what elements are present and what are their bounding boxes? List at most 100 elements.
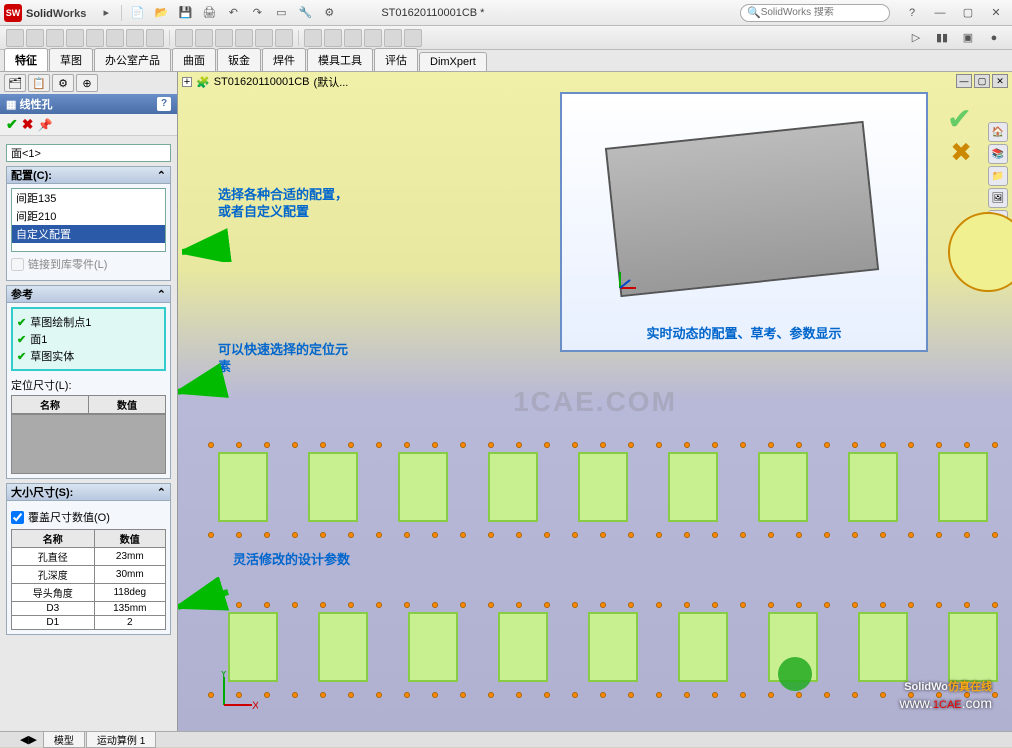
- config-list-item[interactable]: 间距210: [12, 207, 165, 225]
- override-values-checkbox[interactable]: [11, 511, 24, 524]
- toolbar-button[interactable]: [344, 29, 362, 47]
- toolbar-button[interactable]: [384, 29, 402, 47]
- toolbar-button[interactable]: [26, 29, 44, 47]
- new-icon[interactable]: 📄: [126, 3, 148, 23]
- toolbar-button[interactable]: [66, 29, 84, 47]
- graphics-area[interactable]: — ▢ ✕ + 🧩 ST01620110001CB (默认... 🏠 📚 📁 🖼…: [178, 72, 1012, 731]
- bottom-tab[interactable]: 运动算例 1: [86, 731, 156, 748]
- hole-marker: [628, 602, 634, 608]
- select-icon[interactable]: ▭: [270, 3, 292, 23]
- section-header-config[interactable]: 配置(C): ⌃: [6, 166, 171, 184]
- toolbar-button[interactable]: [6, 29, 24, 47]
- face-selection-field[interactable]: [6, 144, 171, 162]
- size-table-row[interactable]: D12: [12, 616, 166, 630]
- command-tab[interactable]: 办公室产品: [94, 48, 171, 71]
- toolbar-button[interactable]: [86, 29, 104, 47]
- toolbar-button[interactable]: [324, 29, 342, 47]
- dropdown-icon[interactable]: ▸: [95, 3, 117, 23]
- command-tab[interactable]: DimXpert: [419, 52, 487, 71]
- save-icon[interactable]: 💾: [174, 3, 196, 23]
- options-icon[interactable]: ⚙: [318, 3, 340, 23]
- command-tab[interactable]: 草图: [49, 48, 93, 71]
- toolbar-button[interactable]: [304, 29, 322, 47]
- confirm-cancel-icon[interactable]: ✖: [950, 137, 972, 168]
- pin-button[interactable]: 📌: [37, 118, 52, 132]
- redo-icon[interactable]: ↷: [246, 3, 268, 23]
- size-table-row[interactable]: 孔深度30mm: [12, 566, 166, 584]
- minimize-icon[interactable]: —: [929, 3, 951, 23]
- search-input[interactable]: [761, 7, 883, 18]
- toolbar-button[interactable]: [404, 29, 422, 47]
- svg-text:X: X: [252, 700, 258, 711]
- command-tab[interactable]: 焊件: [262, 48, 306, 71]
- config-list-item[interactable]: 自定义配置: [12, 225, 165, 243]
- toolbar-button[interactable]: [126, 29, 144, 47]
- reference-item[interactable]: ✔面1: [17, 331, 160, 347]
- preview-window[interactable]: 实时动态的配置、草考、参数显示: [560, 92, 928, 352]
- undo-icon[interactable]: ↶: [222, 3, 244, 23]
- command-tab[interactable]: 模具工具: [307, 48, 373, 71]
- config-list-item[interactable]: 间距135: [12, 189, 165, 207]
- hole-marker: [572, 442, 578, 448]
- hole-marker: [208, 532, 214, 538]
- toolbar-button[interactable]: [364, 29, 382, 47]
- pause-icon[interactable]: ▮▮: [931, 28, 953, 48]
- toolbar-button[interactable]: [195, 29, 213, 47]
- toolbar-button[interactable]: [106, 29, 124, 47]
- command-tab[interactable]: 曲面: [172, 48, 216, 71]
- feature-tree-tab-icon[interactable]: 🗂: [4, 74, 26, 92]
- property-tab-icon[interactable]: 📋: [28, 74, 50, 92]
- hole-marker: [964, 602, 970, 608]
- rect-feature: [588, 612, 638, 682]
- search-box[interactable]: 🔍: [740, 4, 890, 22]
- command-tab[interactable]: 评估: [374, 48, 418, 71]
- hole-marker: [208, 602, 214, 608]
- config-tab-icon[interactable]: ⚙: [52, 74, 74, 92]
- hole-marker: [404, 442, 410, 448]
- app-brand: SolidWorks: [26, 4, 86, 21]
- preview-caption: 实时动态的配置、草考、参数显示: [562, 323, 926, 342]
- ok-button[interactable]: ✔: [6, 116, 18, 133]
- config-listbox[interactable]: 间距135间距210自定义配置: [11, 188, 166, 252]
- confirm-ok-icon[interactable]: ✔: [947, 102, 972, 137]
- dimxpert-tab-icon[interactable]: ⊕: [76, 74, 98, 92]
- size-table-row[interactable]: 导头角度118deg: [12, 584, 166, 602]
- section-header-size[interactable]: 大小尺寸(S): ⌃: [6, 483, 171, 501]
- toolbar-button[interactable]: [235, 29, 253, 47]
- toolbar-button[interactable]: [46, 29, 64, 47]
- print-icon[interactable]: 🖨: [198, 3, 220, 23]
- close-icon[interactable]: ✕: [985, 3, 1007, 23]
- hole-marker: [544, 692, 550, 698]
- stop-icon[interactable]: ▣: [957, 28, 979, 48]
- rebuild-icon[interactable]: 🔧: [294, 3, 316, 23]
- help-icon[interactable]: ?: [901, 3, 923, 23]
- record-icon[interactable]: ●: [983, 28, 1005, 48]
- command-tab[interactable]: 钣金: [217, 48, 261, 71]
- reference-item[interactable]: ✔草图实体: [17, 348, 160, 364]
- size-table-row[interactable]: D3135mm: [12, 602, 166, 616]
- toolbar-button[interactable]: [255, 29, 273, 47]
- reference-list[interactable]: ✔草图绘制点1✔面1✔草图实体: [11, 307, 166, 371]
- rect-feature: [578, 452, 628, 522]
- size-table[interactable]: 名称数值 孔直径23mm孔深度30mm导头角度118degD3135mmD12: [11, 529, 166, 630]
- open-icon[interactable]: 📂: [150, 3, 172, 23]
- view-triad-icon[interactable]: Y X: [218, 671, 258, 711]
- cancel-button[interactable]: ✖: [22, 116, 34, 133]
- toolbar-button[interactable]: [215, 29, 233, 47]
- section-header-ref[interactable]: 参考 ⌃: [6, 285, 171, 303]
- bottom-tab[interactable]: 模型: [43, 731, 85, 748]
- tab-nav-icon[interactable]: ◀▶: [20, 733, 37, 746]
- reference-item[interactable]: ✔草图绘制点1: [17, 314, 160, 330]
- toolbar-button[interactable]: [275, 29, 293, 47]
- hole-marker: [992, 532, 998, 538]
- play-icon[interactable]: ▷: [905, 28, 927, 48]
- toolbar-button[interactable]: [175, 29, 193, 47]
- toolbar-button[interactable]: [146, 29, 164, 47]
- command-tab[interactable]: 特征: [4, 48, 48, 71]
- hole-marker: [740, 442, 746, 448]
- hole-marker: [656, 532, 662, 538]
- help-button[interactable]: ?: [157, 97, 171, 111]
- maximize-icon[interactable]: ▢: [957, 3, 979, 23]
- hole-marker: [768, 602, 774, 608]
- size-table-row[interactable]: 孔直径23mm: [12, 548, 166, 566]
